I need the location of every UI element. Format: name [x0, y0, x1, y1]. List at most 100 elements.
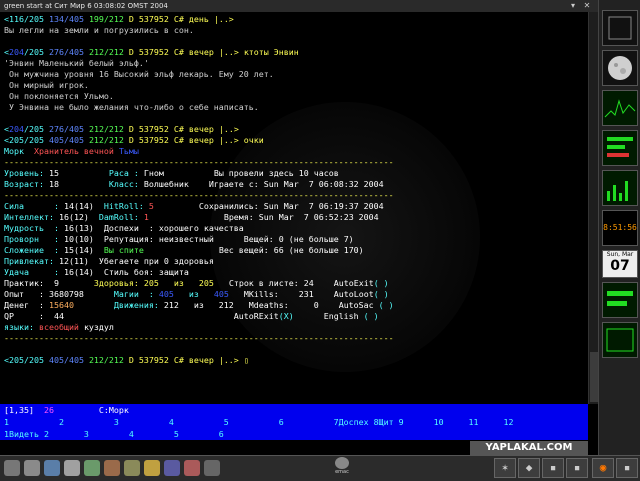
text-segment: 204: [9, 47, 24, 57]
terminal-line: Интеллект: 16(12) DamRoll: 1 Время: Sun …: [4, 212, 379, 223]
text-segment: D 537952 C# вечер |..>: [128, 47, 244, 57]
text-segment: Гном Вы провели здесь 10 часов: [143, 168, 339, 178]
text-segment: 16(14): [63, 267, 104, 277]
text-segment: Убегаете при 0 здоровья: [98, 256, 214, 266]
window-button-2-icon[interactable]: ◆: [518, 458, 540, 478]
scrollbar-thumb[interactable]: [590, 352, 598, 402]
media-launcher-icon[interactable]: [184, 460, 200, 476]
terminal-line: ----------------------------------------…: [4, 333, 394, 344]
window-button-4-icon[interactable]: ▪: [566, 458, 588, 478]
files-launcher-icon[interactable]: [44, 460, 60, 476]
text-segment: Тьмы: [118, 146, 139, 156]
tools-launcher-icon[interactable]: [64, 460, 80, 476]
editor-launcher-icon[interactable]: [124, 460, 140, 476]
dock-calendar[interactable]: Sun, Mar 07: [602, 250, 638, 278]
taskbar: emac ✶ ◆ ▪ ▪ ◉ ▪: [0, 455, 640, 481]
window-button-6-icon[interactable]: ▪: [616, 458, 638, 478]
text-segment: /205: [24, 47, 49, 57]
text-segment: Денег :: [4, 300, 49, 310]
terminal-line: 1Видеть 2 3 4 5 6: [4, 428, 224, 440]
text-segment: 212/212: [88, 124, 129, 134]
text-segment: Сложение :: [4, 245, 64, 255]
terminal-line: Сила : 14(14) HitRoll: 5 Сохранились: Su…: [4, 201, 384, 212]
terminal-line: Вы легли на земли и погрузились в сон.: [4, 25, 194, 36]
text-segment: <205/205: [4, 355, 49, 365]
close-icon[interactable]: ✕: [582, 1, 592, 11]
text-segment: ----------------------------------------…: [4, 190, 394, 200]
text-segment: <116/205: [4, 14, 49, 24]
text-segment: ----------------------------------------…: [4, 333, 394, 343]
terminal-line: Удача : 16(14) Стиль боя: защита: [4, 267, 189, 278]
browser-icon[interactable]: ◉: [592, 458, 614, 478]
dock-tile-battery[interactable]: [602, 282, 638, 318]
terminal-output[interactable]: <116/205 134/405 199/212 D 537952 C# ден…: [0, 12, 588, 404]
battery-icon: [607, 291, 633, 306]
text-segment: 9: [53, 278, 94, 288]
mail-launcher-icon[interactable]: [104, 460, 120, 476]
text-segment: 15: [48, 168, 109, 178]
terminal-line: <205/205 405/405 212/212 D 537952 C# веч…: [4, 355, 249, 366]
window-titlebar[interactable]: green start at Сит Мир 6 03:08:02 OMST 2…: [0, 0, 598, 12]
dock-tile-monitor[interactable]: [602, 322, 638, 358]
text-segment: 199/212: [88, 14, 129, 24]
text-segment: <205/205: [4, 135, 49, 145]
dock-tile-cpu[interactable]: [602, 90, 638, 126]
text-segment: 18: [48, 179, 109, 189]
memory-icon: [607, 137, 633, 157]
text-segment: Опыт : 3680798: [4, 289, 114, 299]
terminal-line: Проворн : 10(10) Репутация: неизвестный …: [4, 234, 354, 245]
moon-icon: [608, 56, 632, 80]
text-segment: Mdeaths: 0 AutoSac: [248, 300, 379, 310]
text-segment: 212/212: [88, 135, 129, 145]
text-segment: 15640: [48, 300, 114, 310]
minimize-icon[interactable]: ▾: [568, 1, 578, 11]
text-segment: HitRoll:: [103, 201, 149, 211]
cpu-graph-icon: [604, 99, 636, 118]
text-segment: Он мирный игрок.: [4, 80, 89, 90]
terminal-line: У Энвина не было желания что-либо о себе…: [4, 102, 259, 113]
dock-tile-moon[interactable]: [602, 50, 638, 86]
dock-tile-workspace[interactable]: [602, 10, 638, 46]
app-menu-icon[interactable]: [4, 460, 20, 476]
dock-clock[interactable]: 8:51:56: [602, 210, 638, 246]
paint-launcher-icon[interactable]: [144, 460, 160, 476]
terminal-line: Денег : 15640 Движения: 212 из 212 Mdeat…: [4, 300, 394, 311]
terminal-line: ----------------------------------------…: [4, 190, 394, 201]
game-launcher-icon[interactable]: [84, 460, 100, 476]
terminal-launcher-icon[interactable]: [24, 460, 40, 476]
text-segment: 10(10): [63, 234, 104, 244]
settings-launcher-icon[interactable]: [164, 460, 180, 476]
text-segment: DamRoll:: [98, 212, 144, 222]
text-segment: Время: Sun Mar 7 06:52:23 2004: [148, 212, 379, 222]
terminal-line: Возраст: 18 Класс: Волшебник Играете с: …: [4, 179, 384, 190]
text-segment: 212/212: [88, 355, 129, 365]
calendar-day: Sun, Mar: [606, 251, 634, 258]
text-segment: Сохранились: Sun Mar 7 06:19:37 2004: [153, 201, 384, 211]
text-segment: ▯: [243, 355, 249, 365]
calendar-date: 07: [610, 258, 630, 274]
window-button-1-icon[interactable]: ✶: [494, 458, 516, 478]
text-segment: Вы спите: [103, 245, 144, 255]
text-segment: Класс:: [108, 179, 144, 189]
text-segment: 16(13): [63, 223, 104, 233]
terminal-line: Уровень: 15 Раса : Гном Вы провели здесь…: [4, 168, 339, 179]
text-segment: 1 2 3 4 5 6 7Доспех 8Щит 9 10 11 12: [4, 417, 514, 427]
terminal-line: ----------------------------------------…: [4, 157, 394, 168]
text-segment: ----------------------------------------…: [4, 157, 394, 167]
workspace-icon: [608, 16, 632, 40]
text-segment: куздул: [83, 322, 114, 332]
emacs-launcher[interactable]: emac: [330, 456, 354, 480]
dock-tile-net[interactable]: [602, 170, 638, 206]
dock-tile-mem[interactable]: [602, 130, 638, 166]
emacs-icon: [335, 457, 349, 469]
text-segment: ( ): [373, 289, 389, 299]
text-segment: всеобщий: [38, 322, 84, 332]
window-button-3-icon[interactable]: ▪: [542, 458, 564, 478]
text-segment: D 537952 C# вечер |..>: [128, 355, 244, 365]
trash-launcher-icon[interactable]: [204, 460, 220, 476]
text-segment: очки: [243, 135, 264, 145]
text-segment: 205: [143, 278, 174, 288]
text-segment: Интеллект:: [4, 212, 59, 222]
terminal-line: языки: всеобщий куздул: [4, 322, 114, 333]
terminal-line: 1 2 3 4 5 6 7Доспех 8Щит 9 10 11 12: [4, 416, 514, 428]
